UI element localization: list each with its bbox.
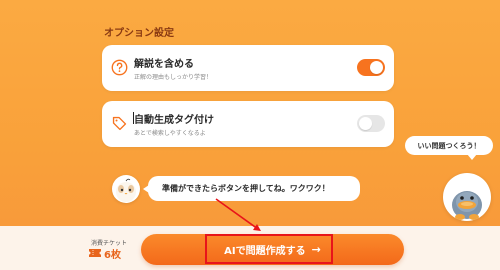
question-circle-icon (111, 59, 128, 76)
option-title: 解説を含める (134, 59, 194, 70)
generate-questions-button[interactable]: AIで問題作成する → (141, 234, 404, 265)
arrow-right-icon: → (311, 243, 321, 256)
text-cursor (133, 112, 134, 124)
toggle-knob (370, 61, 383, 74)
tag-icon (112, 116, 127, 131)
section-title: オプション設定 (104, 28, 174, 39)
generate-button-label: AIで問題作成する (224, 246, 306, 257)
ticket-icon (89, 249, 101, 257)
option-title: 自動生成タグ付け (134, 115, 214, 126)
mascot-speech-bubble-right: いい問題つくろう！ (405, 136, 493, 160)
mascot-avatar-bird (112, 175, 140, 203)
option-card-explanation: 解説を含める 正解の理由もしっかり学習！ (102, 45, 394, 91)
ticket-count: 6枚 (104, 250, 121, 261)
option-card-auto-tagging: 自動生成タグ付け あとで検索しやすくなるよ (102, 101, 394, 147)
bird-mascot-icon (116, 178, 136, 202)
auto-tagging-toggle[interactable] (357, 115, 385, 132)
option-description: あとで検索しやすくなるよ (134, 130, 206, 137)
mascot-avatar-platypus (443, 173, 491, 221)
platypus-mascot-icon (452, 191, 482, 220)
toggle-knob (359, 117, 372, 130)
option-description: 正解の理由もしっかり学習！ (134, 74, 213, 81)
mascot-speech-bubble-left: 準備ができたらボタンを押してね。ワクワク！ (143, 176, 360, 201)
explanation-toggle[interactable] (357, 59, 385, 76)
